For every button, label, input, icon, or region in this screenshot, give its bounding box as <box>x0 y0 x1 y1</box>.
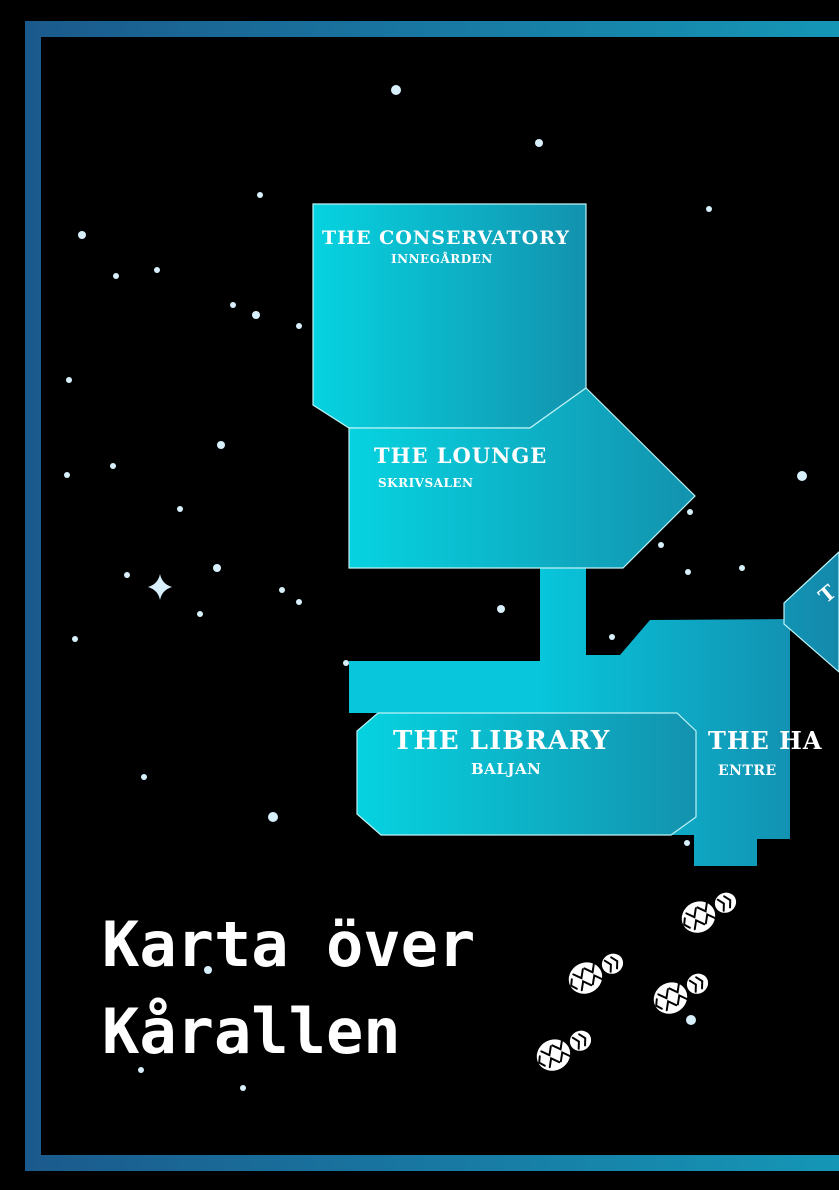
star-dot <box>78 231 86 239</box>
star-dot <box>609 634 615 640</box>
room-sub-library: BALJAN <box>471 760 541 778</box>
star-dot <box>684 840 690 846</box>
star-dot <box>687 509 693 515</box>
star-dot <box>217 441 225 449</box>
star-dot <box>535 139 543 147</box>
star-dot <box>658 542 664 548</box>
star-dot <box>343 660 349 666</box>
star-dot <box>685 569 691 575</box>
room-sub-conservatory: INNEGÅRDEN <box>391 251 493 266</box>
star-dot <box>230 302 236 308</box>
star-dot <box>141 774 147 780</box>
room-name-lounge: THE LOUNGE <box>374 443 547 468</box>
room-sub-lounge: SKRIVSALEN <box>378 476 474 490</box>
star-dot <box>64 472 70 478</box>
star-dot <box>686 1015 696 1025</box>
star-dot <box>124 572 130 578</box>
star-dot <box>497 605 505 613</box>
star-dot <box>279 587 285 593</box>
star-dot <box>197 611 203 617</box>
karta-map: THE CONSERVATORY INNEGÅRDEN THE LOUNGE S… <box>0 0 839 1190</box>
star-dot <box>252 311 260 319</box>
title-line-2: Kårallen <box>102 995 401 1068</box>
star-dot <box>154 267 160 273</box>
star-dot <box>66 377 72 383</box>
star-dot <box>213 564 221 572</box>
star-dot <box>257 192 263 198</box>
star-dot <box>797 471 807 481</box>
star-dot <box>706 206 712 212</box>
room-sub-hall: ENTRE <box>718 763 777 779</box>
room-name-conservatory: THE CONSERVATORY <box>322 227 570 249</box>
star-dot <box>110 463 116 469</box>
star-dot <box>739 565 745 571</box>
star-dot <box>72 636 78 642</box>
star-dot <box>268 812 278 822</box>
room-name-hall: THE HA <box>708 726 822 755</box>
star-dot <box>296 323 302 329</box>
star-dot <box>113 273 119 279</box>
star-dot <box>296 599 302 605</box>
room-name-library: THE LIBRARY <box>393 726 610 756</box>
star-dot <box>391 85 401 95</box>
star-dot <box>240 1085 246 1091</box>
star-dot <box>177 506 183 512</box>
title-line-1: Karta över <box>102 908 475 981</box>
